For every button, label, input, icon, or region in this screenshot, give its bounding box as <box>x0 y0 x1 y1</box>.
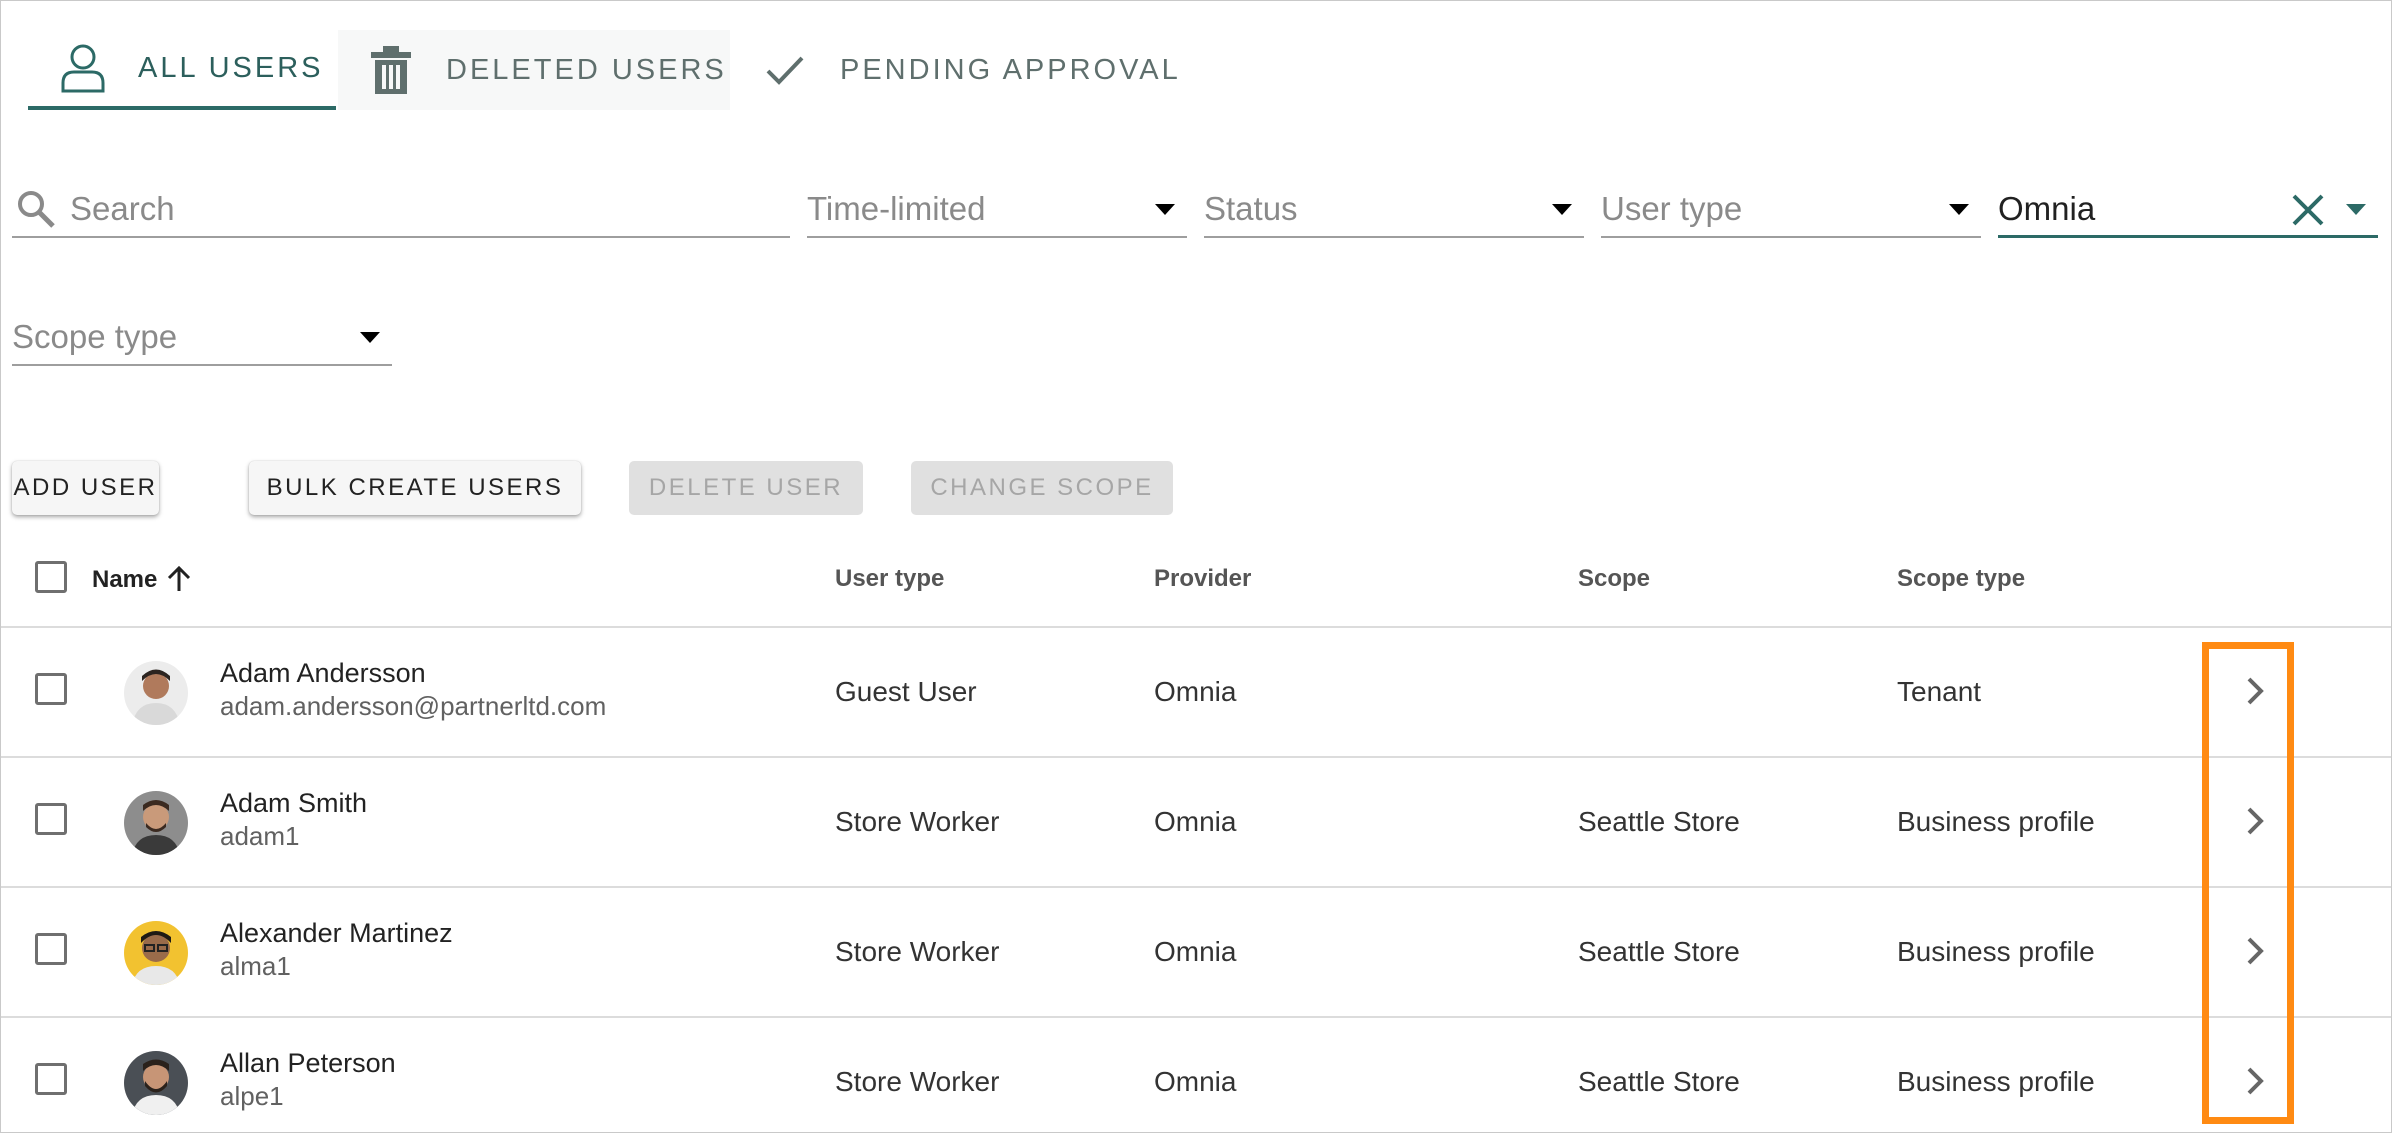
user-icon <box>58 43 108 93</box>
dropdown-arrow-icon <box>1552 204 1572 215</box>
provider-cell: Omnia <box>1154 806 1237 837</box>
avatar <box>124 921 188 985</box>
column-header-scope[interactable]: Scope <box>1578 565 1650 593</box>
column-header-name[interactable]: Name <box>92 565 192 594</box>
row-checkbox[interactable] <box>35 803 67 835</box>
row-checkbox[interactable] <box>35 1063 67 1095</box>
scope-type-cell: Business profile <box>1897 936 2095 967</box>
scope-cell: Seattle Store <box>1578 1066 1740 1097</box>
user-type-cell: Store Worker <box>835 936 1000 967</box>
scope-type-cell: Business profile <box>1897 1066 2095 1097</box>
user-id: alpe1 <box>220 1081 284 1111</box>
provider-cell: Omnia <box>1154 936 1237 967</box>
select-all-checkbox[interactable] <box>35 561 67 593</box>
scope-cell: Seattle Store <box>1578 806 1740 837</box>
add-user-button[interactable]: ADD USER <box>12 461 159 515</box>
avatar <box>124 1051 188 1115</box>
scope-type-cell: Business profile <box>1897 806 2095 837</box>
scope-type-cell: Tenant <box>1897 676 1982 707</box>
check-icon <box>760 45 810 95</box>
provider-select[interactable]: Omnia <box>1998 182 2378 238</box>
user-type-select[interactable]: User type <box>1601 182 1981 238</box>
search-input[interactable]: Search <box>12 182 790 238</box>
column-header-scope-type[interactable]: Scope type <box>1897 565 2025 593</box>
user-type-label: User type <box>1601 190 1743 227</box>
dropdown-arrow-icon <box>360 332 380 343</box>
search-icon <box>18 191 55 228</box>
row-checkbox[interactable] <box>35 933 67 965</box>
user-name: Adam Smith <box>220 788 368 818</box>
row-checkbox[interactable] <box>35 673 67 705</box>
tab-label: ALL USERS <box>138 51 324 84</box>
tab-all-users[interactable]: ALL USERS <box>28 30 336 110</box>
dropdown-arrow-icon <box>1949 204 1969 215</box>
user-name: Allan Peterson <box>220 1048 396 1078</box>
user-type-cell: Store Worker <box>835 806 1000 837</box>
user-id: adam1 <box>220 821 300 851</box>
column-header-provider[interactable]: Provider <box>1154 565 1251 593</box>
dropdown-arrow-icon <box>1155 204 1175 215</box>
scope-type-label: Scope type <box>12 318 178 355</box>
time-limited-label: Time-limited <box>807 190 986 227</box>
user-type-cell: Store Worker <box>835 1066 1000 1097</box>
tab-label: DELETED USERS <box>446 53 727 86</box>
provider-cell: Omnia <box>1154 676 1237 707</box>
user-name: Adam Andersson <box>220 658 426 688</box>
clear-icon[interactable] <box>2290 192 2326 228</box>
arrow-up-icon <box>167 565 191 591</box>
table-row[interactable]: Adam Smith adam1 Store Worker Omnia Seat… <box>1 756 2391 886</box>
scope-type-select[interactable]: Scope type <box>12 310 392 366</box>
avatar <box>124 791 188 855</box>
search-placeholder: Search <box>70 190 175 227</box>
user-id: adam.andersson@partnerltd.com <box>220 691 607 721</box>
table-row[interactable]: Alexander Martinez alma1 Store Worker Om… <box>1 886 2391 1016</box>
tab-deleted-users[interactable]: DELETED USERS <box>338 30 730 110</box>
bulk-create-users-button[interactable]: BULK CREATE USERS <box>249 461 581 515</box>
dropdown-arrow-icon <box>2346 204 2366 215</box>
tab-pending-approval[interactable]: PENDING APPROVAL <box>760 30 1210 110</box>
provider-value: Omnia <box>1998 189 2096 227</box>
user-id: alma1 <box>220 951 291 981</box>
trash-icon <box>366 45 416 95</box>
table-row[interactable]: Adam Andersson adam.andersson@partnerltd… <box>1 626 2391 756</box>
user-name: Alexander Martinez <box>220 918 453 948</box>
scope-cell: Seattle Store <box>1578 936 1740 967</box>
change-scope-button[interactable]: CHANGE SCOPE <box>911 461 1173 515</box>
column-header-user-type[interactable]: User type <box>835 565 944 593</box>
table-row[interactable]: Allan Peterson alpe1 Store Worker Omnia … <box>1 1016 2391 1146</box>
highlight-box <box>2202 642 2294 1124</box>
avatar <box>124 661 188 725</box>
provider-cell: Omnia <box>1154 1066 1237 1097</box>
delete-user-button[interactable]: DELETE USER <box>629 461 863 515</box>
time-limited-select[interactable]: Time-limited <box>807 182 1187 238</box>
tab-label: PENDING APPROVAL <box>840 53 1181 86</box>
user-type-cell: Guest User <box>835 676 977 707</box>
status-label: Status <box>1204 190 1298 227</box>
status-select[interactable]: Status <box>1204 182 1584 238</box>
